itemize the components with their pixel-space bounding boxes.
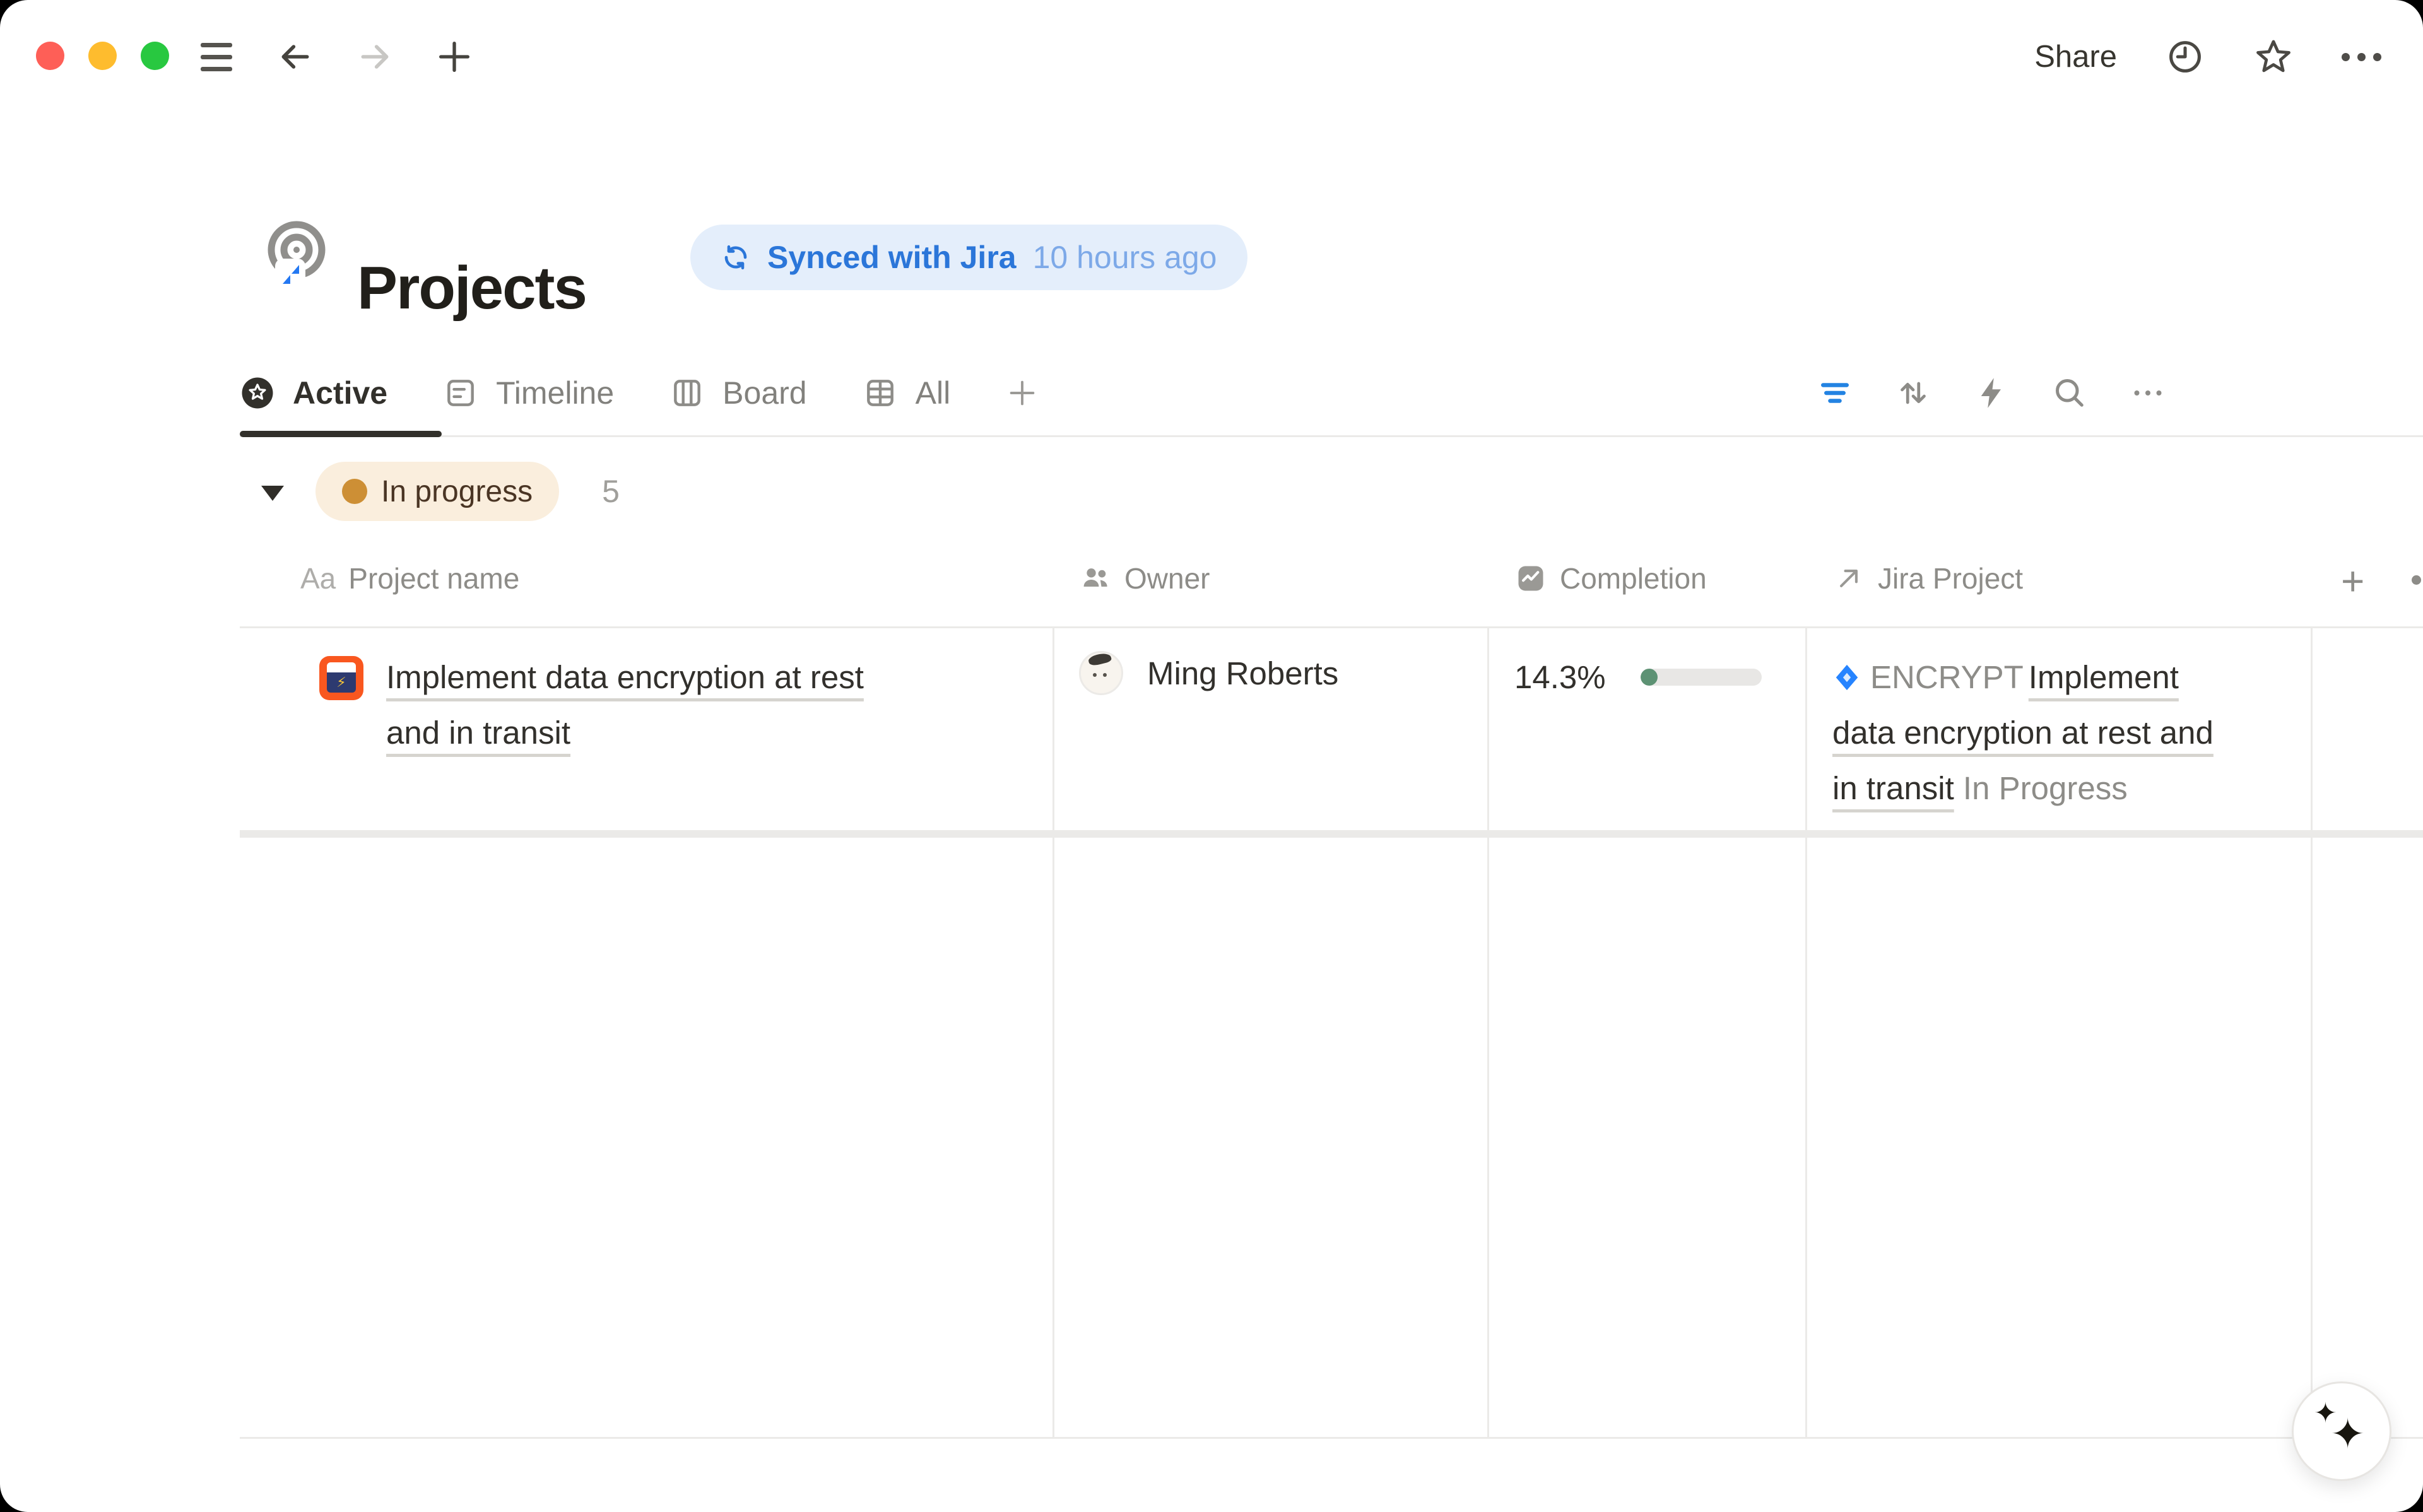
table-body: Implement data encryption at rest and in… bbox=[240, 628, 2423, 1439]
column-header-owner[interactable]: Owner bbox=[1079, 561, 1210, 595]
column-header-jira-project[interactable]: Jira Project bbox=[1832, 561, 2023, 595]
add-view-button[interactable] bbox=[1006, 377, 1039, 409]
timeline-view-icon bbox=[443, 375, 478, 411]
column-more-icon[interactable] bbox=[2412, 575, 2421, 585]
tab-active[interactable]: Active bbox=[240, 375, 387, 411]
add-column-button[interactable]: + bbox=[2341, 558, 2364, 604]
jira-sync-badge[interactable]: Synced with Jira 10 hours ago bbox=[690, 225, 1247, 290]
table-row: Implement data encryption at rest and in… bbox=[240, 628, 2423, 830]
sync-arrows-icon bbox=[721, 242, 751, 273]
table-row: Build SAML SSO authentication. Marta Gia… bbox=[240, 836, 2423, 838]
ai-assistant-button[interactable]: ✦ ✦ bbox=[2292, 1381, 2391, 1481]
plus-icon bbox=[1006, 377, 1039, 409]
active-tab-underline bbox=[240, 431, 442, 437]
view-more-ellipsis-icon[interactable] bbox=[2129, 374, 2167, 412]
new-tab-plus-icon[interactable] bbox=[434, 37, 475, 77]
table-view-icon bbox=[863, 375, 898, 411]
jira-project-cell[interactable]: ENCRYPTImplement data encryption at rest… bbox=[1832, 650, 2217, 816]
completion-cell[interactable]: 14.3% bbox=[1514, 659, 1762, 696]
project-name-cell[interactable]: Implement data encryption at rest and in… bbox=[319, 650, 1026, 761]
sparkle-icon: ✦ bbox=[2330, 1410, 2365, 1458]
tab-all[interactable]: All bbox=[863, 375, 951, 411]
northeast-arrow-icon bbox=[1832, 562, 1865, 595]
star-view-icon bbox=[240, 375, 275, 411]
chart-icon bbox=[1514, 562, 1547, 595]
search-icon[interactable] bbox=[2051, 374, 2089, 412]
sync-badge-time: 10 hours ago bbox=[1033, 239, 1217, 276]
window-controls bbox=[36, 42, 169, 70]
zoom-window-button[interactable] bbox=[141, 42, 169, 70]
tab-label: Board bbox=[722, 375, 806, 411]
page-title[interactable]: Projects bbox=[357, 254, 586, 323]
jira-issue-status: In Progress bbox=[1963, 770, 2128, 806]
filter-icon[interactable] bbox=[1816, 374, 1854, 412]
progress-bar-fill bbox=[1641, 669, 1658, 686]
status-badge[interactable]: In progress bbox=[315, 462, 559, 521]
jira-issue-key: ENCRYPT bbox=[1870, 659, 2024, 695]
minimize-window-button[interactable] bbox=[88, 42, 117, 70]
jira-logo-icon bbox=[1832, 663, 1861, 692]
share-button[interactable]: Share bbox=[2034, 39, 2117, 74]
people-icon bbox=[1079, 562, 1112, 595]
automation-bolt-icon[interactable] bbox=[1972, 374, 2010, 412]
board-view-icon bbox=[669, 375, 705, 411]
forward-arrow-icon[interactable] bbox=[355, 37, 395, 77]
column-header-completion[interactable]: Completion bbox=[1514, 561, 1707, 595]
projects-table: Aa Project name Owner Completion bbox=[240, 536, 2423, 1439]
owner-avatar bbox=[1079, 651, 1123, 695]
sort-icon[interactable] bbox=[1894, 374, 1932, 412]
favorite-star-icon[interactable] bbox=[2253, 37, 2294, 77]
hamburger-menu-icon[interactable] bbox=[197, 39, 236, 75]
tab-label: All bbox=[916, 375, 951, 411]
group-collapse-toggle[interactable] bbox=[261, 486, 284, 501]
tab-label: Timeline bbox=[496, 375, 614, 411]
owner-cell[interactable]: Ming Roberts bbox=[1079, 651, 1338, 695]
sync-badge-label: Synced with Jira bbox=[767, 239, 1017, 276]
group-count: 5 bbox=[602, 473, 620, 510]
status-dot bbox=[342, 479, 367, 504]
close-window-button[interactable] bbox=[36, 42, 64, 70]
table-header: Aa Project name Owner Completion bbox=[240, 536, 2423, 628]
column-header-project-name[interactable]: Aa Project name bbox=[300, 561, 519, 595]
page-target-icon[interactable] bbox=[264, 220, 332, 290]
status-label: In progress bbox=[381, 474, 533, 509]
tab-label: Active bbox=[293, 375, 387, 411]
text-property-icon: Aa bbox=[300, 561, 336, 595]
owner-name: Ming Roberts bbox=[1147, 655, 1338, 692]
history-clock-icon[interactable] bbox=[2165, 37, 2205, 77]
more-ellipsis-icon[interactable] bbox=[2342, 53, 2381, 61]
tab-timeline[interactable]: Timeline bbox=[443, 375, 614, 411]
project-title-link[interactable]: Implement data encryption at rest and in… bbox=[386, 650, 919, 761]
project-app-icon bbox=[319, 656, 363, 700]
completion-percentage: 14.3% bbox=[1514, 659, 1641, 696]
tab-board[interactable]: Board bbox=[669, 375, 806, 411]
back-arrow-icon[interactable] bbox=[275, 37, 315, 77]
app-window: Share Projects Synced with Jira 10 hours… bbox=[0, 0, 2423, 1512]
progress-bar bbox=[1641, 669, 1762, 686]
